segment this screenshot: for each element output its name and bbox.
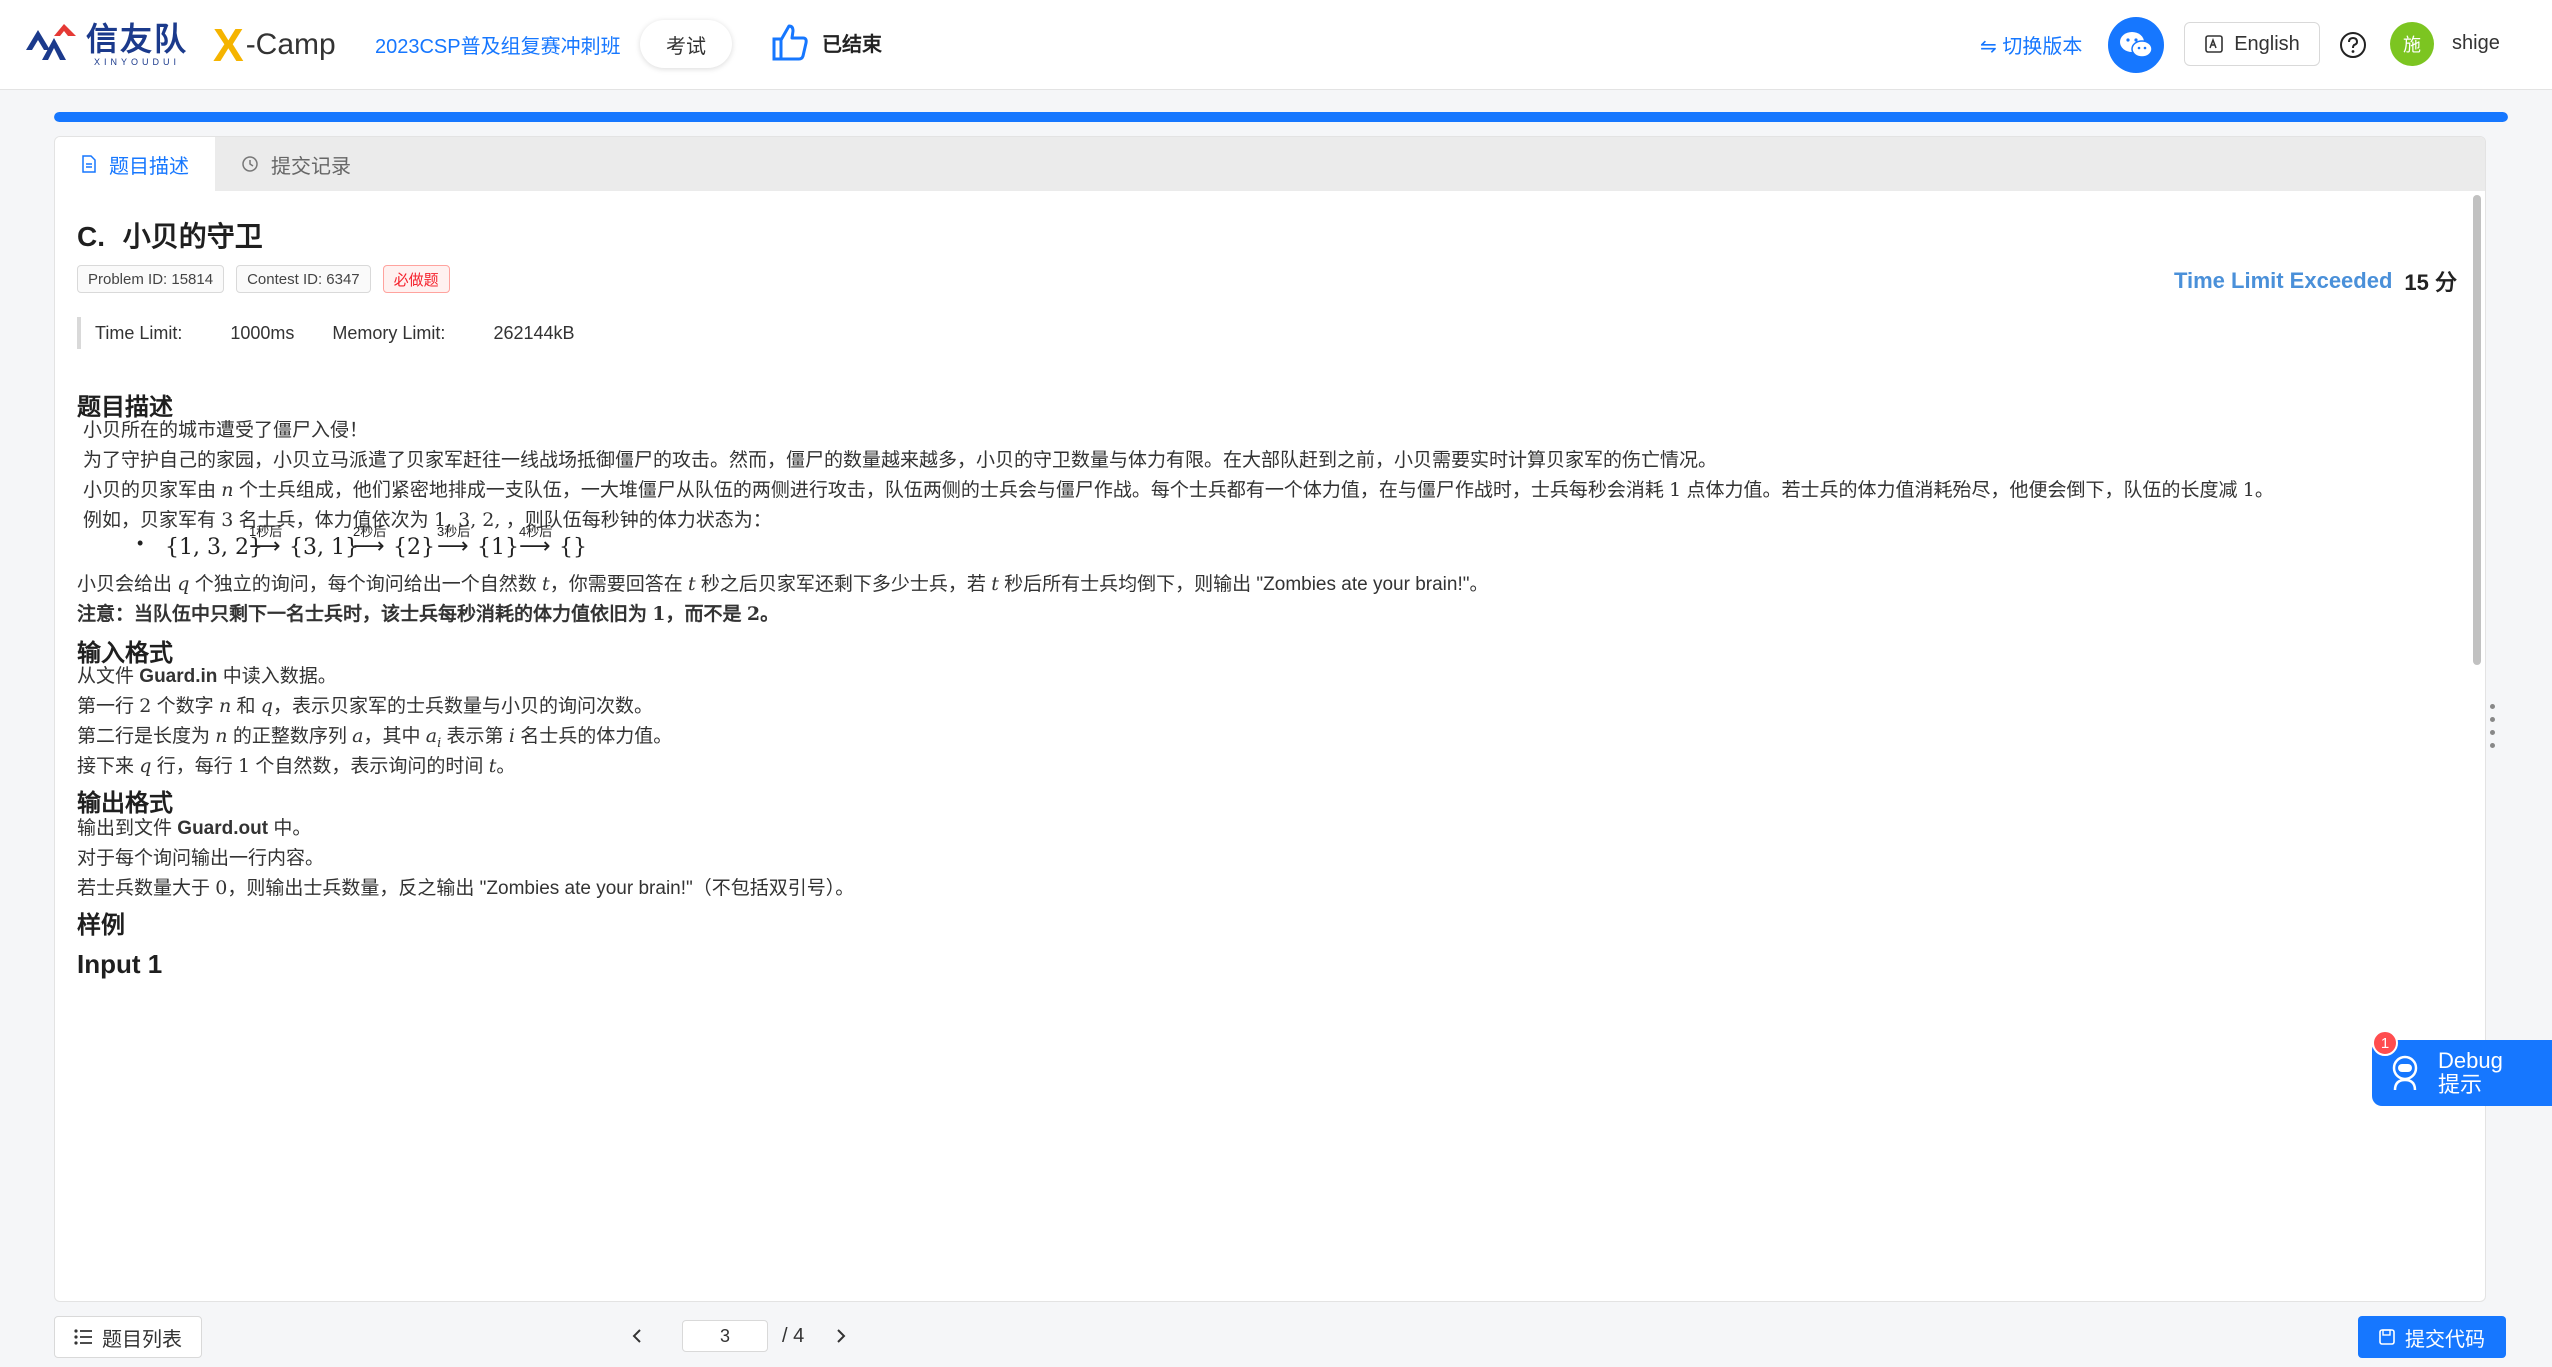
top-header: 信友队 XINYOUDUI X -Camp 2023CSP普及组复赛冲刺班 考试… xyxy=(0,0,2552,90)
contest-status: 已结束 xyxy=(770,22,882,62)
problem-id-badge: Problem ID: 15814 xyxy=(77,265,225,293)
contest-id-badge: Contest ID: 6347 xyxy=(236,265,371,293)
help-icon[interactable] xyxy=(2338,30,2368,60)
tab-submissions-label: 提交记录 xyxy=(271,155,351,178)
brand-name-cn: 信友队 xyxy=(86,21,189,57)
thumbs-up-icon xyxy=(772,24,808,61)
problem-tags: Problem ID: 15814 Contest ID: 6347 必做题 xyxy=(77,265,450,293)
description-p5: 小贝会给出 q 个独立的询问，每个询问给出一个自然数 t，你需要回答在 t 秒之… xyxy=(77,573,1489,595)
save-icon xyxy=(2379,1329,2395,1345)
sample-heading: 样例 xyxy=(77,912,125,939)
panel-resize-handle[interactable] xyxy=(2490,704,2495,748)
problem-title: C. 小贝的守卫 xyxy=(77,215,263,255)
description-p2: 为了守护自己的家园，小贝立马派遣了贝家军赶往一线战场抵御僵尸的攻击。然而，僵尸的… xyxy=(83,450,1718,471)
pagination: / 4 xyxy=(630,1320,848,1352)
input-format-p3: 第二行是长度为 n 的正整数序列 a，其中 ai 表示第 i 名士兵的体力值。 xyxy=(77,725,673,751)
list-icon xyxy=(74,1329,92,1345)
output-format-p3: 若士兵数量大于 0，则输出士兵数量，反之输出 "Zombies ate your… xyxy=(77,877,855,899)
xcamp-logo-x: X xyxy=(213,19,244,71)
memory-limit: Memory Limit: 262144kB xyxy=(332,322,575,343)
chevron-left-icon[interactable] xyxy=(630,1328,644,1344)
time-limit: Time Limit: 1000ms xyxy=(95,322,295,343)
input-format-p1: 从文件 Guard.in 中读入数据。 xyxy=(77,666,337,687)
bottom-bar: 题目列表 / 4 提交代码 xyxy=(0,1306,2552,1367)
xcamp-logo-camp: -Camp xyxy=(245,28,336,61)
output-format-p1: 输出到文件 Guard.out 中。 xyxy=(77,818,312,839)
description-p4: 例如，贝家军有 3 名士兵，体力值依次为 1, 3, 2, ，则队伍每秒钟的体力… xyxy=(83,509,772,531)
progress-fill xyxy=(54,112,2508,122)
description-note: 注意：当队伍中只剩下一名士兵时，该士兵每秒消耗的体力值依旧为 1，而不是 2。 xyxy=(77,603,780,625)
tab-description-label: 题目描述 xyxy=(109,155,189,178)
input-format-p4: 接下来 q 行，每行 1 个自然数，表示询问的时间 t。 xyxy=(77,755,516,777)
problem-list-label: 题目列表 xyxy=(102,1328,182,1351)
contest-progress-bar xyxy=(54,112,2508,122)
document-icon xyxy=(82,155,96,173)
problem-panel: 题目描述 提交记录 C. 小贝的守卫 Problem ID: 15814 Con… xyxy=(54,136,2486,1302)
tab-description[interactable]: 题目描述 xyxy=(55,137,215,191)
output-format-p2: 对于每个询问输出一行内容。 xyxy=(77,848,325,869)
page-number-input[interactable] xyxy=(682,1320,768,1352)
submission-result: Time Limit Exceeded 15 分 xyxy=(2174,265,2457,297)
debug-hint-button[interactable]: 1 Debug 提示 xyxy=(2372,1030,2552,1106)
astronaut-icon xyxy=(2392,1055,2418,1091)
problem-letter: C. xyxy=(77,221,105,252)
history-icon xyxy=(242,156,258,172)
submit-code-label: 提交代码 xyxy=(2405,1328,2485,1351)
problem-list-button[interactable]: 题目列表 xyxy=(54,1316,202,1358)
description-p3: 小贝的贝家军由 n 个士兵组成，他们紧密地排成一支队伍，一大堆僵尸从队伍的两侧进… xyxy=(83,479,2274,501)
debug-label: Debug 提示 xyxy=(2438,1048,2503,1097)
submit-code-button[interactable]: 提交代码 xyxy=(2358,1316,2506,1358)
translate-icon xyxy=(2205,35,2223,53)
content-scrollbar[interactable] xyxy=(2473,195,2483,1295)
xinyoudui-logo-icon xyxy=(26,24,76,60)
required-badge: 必做题 xyxy=(382,265,450,293)
sample-input-heading: Input 1 xyxy=(77,949,163,979)
switch-version-link[interactable]: ⇋ 切换版本 xyxy=(1980,30,2082,59)
username[interactable]: shige xyxy=(2452,32,2500,55)
description-p1: 小贝所在的城市遭受了僵尸入侵！ xyxy=(83,420,369,441)
contest-name-link[interactable]: 2023CSP普及组复赛冲刺班 xyxy=(375,30,621,59)
debug-badge: 1 xyxy=(2372,1030,2398,1056)
tab-submissions[interactable]: 提交记录 xyxy=(215,137,377,191)
wechat-icon xyxy=(2120,32,2153,58)
status-ended-label: 已结束 xyxy=(822,33,882,56)
score-text: 15 分 xyxy=(2404,270,2457,295)
scroll-thumb[interactable] xyxy=(2473,195,2481,665)
verdict-text[interactable]: Time Limit Exceeded xyxy=(2174,268,2392,294)
chevron-right-icon[interactable] xyxy=(834,1328,848,1344)
language-label: English xyxy=(2234,32,2300,55)
input-format-p2: 第一行 2 个数字 n 和 q，表示贝家军的士兵数量与小贝的询问次数。 xyxy=(77,695,653,717)
xinyoudui-logo[interactable]: 信友队 XINYOUDUI xyxy=(24,20,188,68)
tab-bar: 题目描述 提交记录 xyxy=(55,137,2485,191)
xcamp-logo[interactable]: X -Camp xyxy=(213,22,336,68)
brand-name-en: XINYOUDUI xyxy=(94,57,181,67)
limits-box: Time Limit: 1000ms Memory Limit: 262144k… xyxy=(77,317,575,349)
wechat-button[interactable] xyxy=(2108,17,2164,73)
page-total: / 4 xyxy=(782,1324,805,1347)
exam-button[interactable]: 考试 xyxy=(640,20,732,68)
avatar[interactable]: 施 xyxy=(2390,22,2434,66)
problem-name: 小贝的守卫 xyxy=(122,221,263,252)
language-button[interactable]: English xyxy=(2184,22,2320,66)
